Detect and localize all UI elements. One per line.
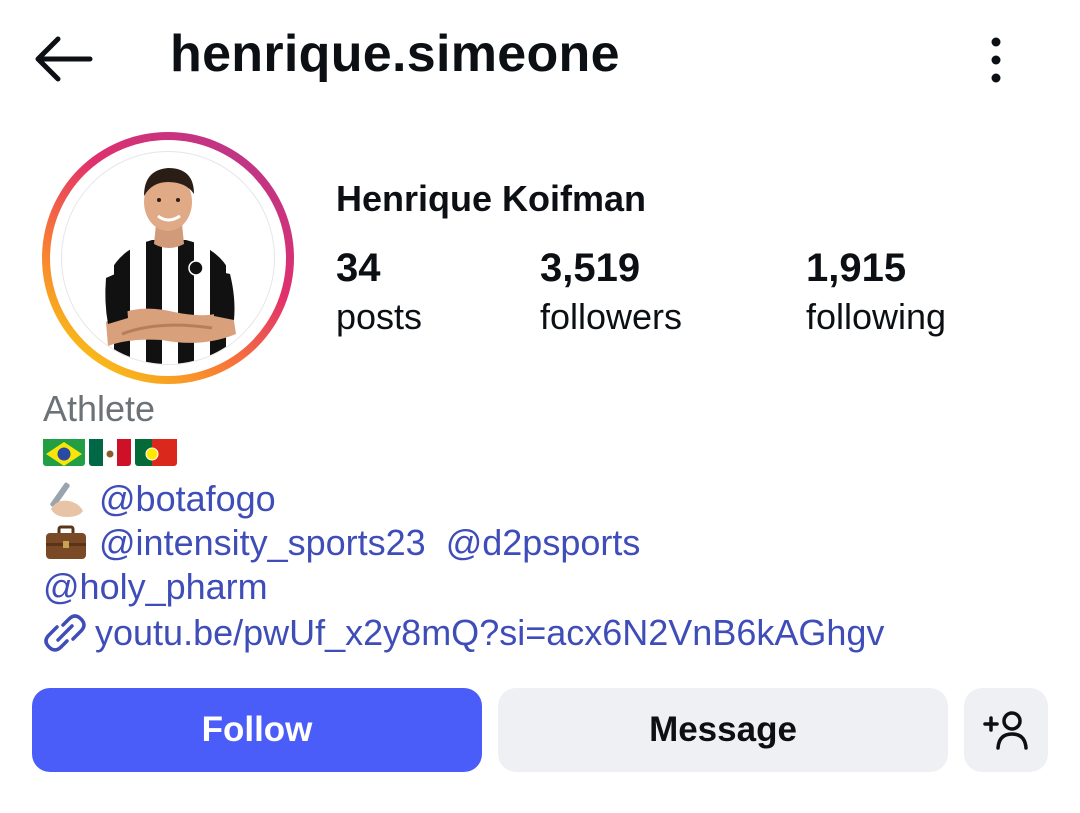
back-button[interactable] bbox=[30, 30, 96, 88]
portugal-flag-icon bbox=[135, 436, 177, 466]
brazil-flag-icon bbox=[43, 436, 85, 466]
mention-intensity-sports[interactable]: @intensity_sports23 bbox=[99, 522, 426, 564]
profile-category: Athlete bbox=[43, 388, 156, 429]
add-person-icon bbox=[983, 711, 1028, 750]
profile-full-name: Henrique Koifman bbox=[336, 178, 647, 219]
more-options-button[interactable] bbox=[975, 34, 1017, 86]
suggested-users-button[interactable] bbox=[964, 688, 1048, 772]
stat-posts: 34 posts bbox=[336, 244, 422, 342]
stat-following-label: following bbox=[806, 296, 947, 337]
writing-hand-icon bbox=[43, 479, 89, 519]
profile-photo bbox=[102, 168, 238, 364]
briefcase-icon bbox=[43, 523, 89, 563]
stat-followers[interactable]: 3,519 followers bbox=[540, 244, 682, 342]
profile-username: henrique.simeone bbox=[170, 25, 620, 83]
follow-button[interactable]: Follow bbox=[32, 688, 482, 772]
mention-holy-pharm[interactable]: @holy_pharm bbox=[43, 566, 268, 608]
mexico-flag-icon bbox=[89, 436, 131, 466]
message-button[interactable]: Message bbox=[498, 688, 948, 772]
stat-followers-label: followers bbox=[540, 296, 683, 337]
mention-botafogo[interactable]: @botafogo bbox=[99, 478, 276, 520]
mention-d2psports[interactable]: @d2psports bbox=[446, 522, 641, 564]
stat-posts-count: 34 bbox=[336, 246, 381, 290]
link-icon bbox=[43, 613, 87, 653]
avatar-story-ring[interactable] bbox=[42, 132, 294, 384]
bio-agency-line: @intensity_sports23 @d2psports bbox=[43, 522, 640, 564]
stat-followers-count: 3,519 bbox=[540, 246, 641, 290]
stat-following[interactable]: 1,915 following bbox=[806, 244, 946, 342]
more-vertical-icon bbox=[991, 37, 1001, 83]
stat-following-count: 1,915 bbox=[806, 246, 907, 290]
stat-posts-label: posts bbox=[336, 296, 423, 337]
bio-club-line: @botafogo bbox=[43, 478, 276, 520]
bio-flags-line bbox=[43, 436, 181, 466]
bio-external-link[interactable]: youtu.be/pwUf_x2y8mQ?si=acx6N2VnB6kAGhgv bbox=[95, 612, 884, 654]
bio-sponsor-line: @holy_pharm bbox=[43, 566, 268, 608]
arrow-left-icon bbox=[35, 36, 93, 82]
avatar bbox=[61, 151, 275, 365]
bio-link-line[interactable]: youtu.be/pwUf_x2y8mQ?si=acx6N2VnB6kAGhgv bbox=[43, 612, 884, 654]
